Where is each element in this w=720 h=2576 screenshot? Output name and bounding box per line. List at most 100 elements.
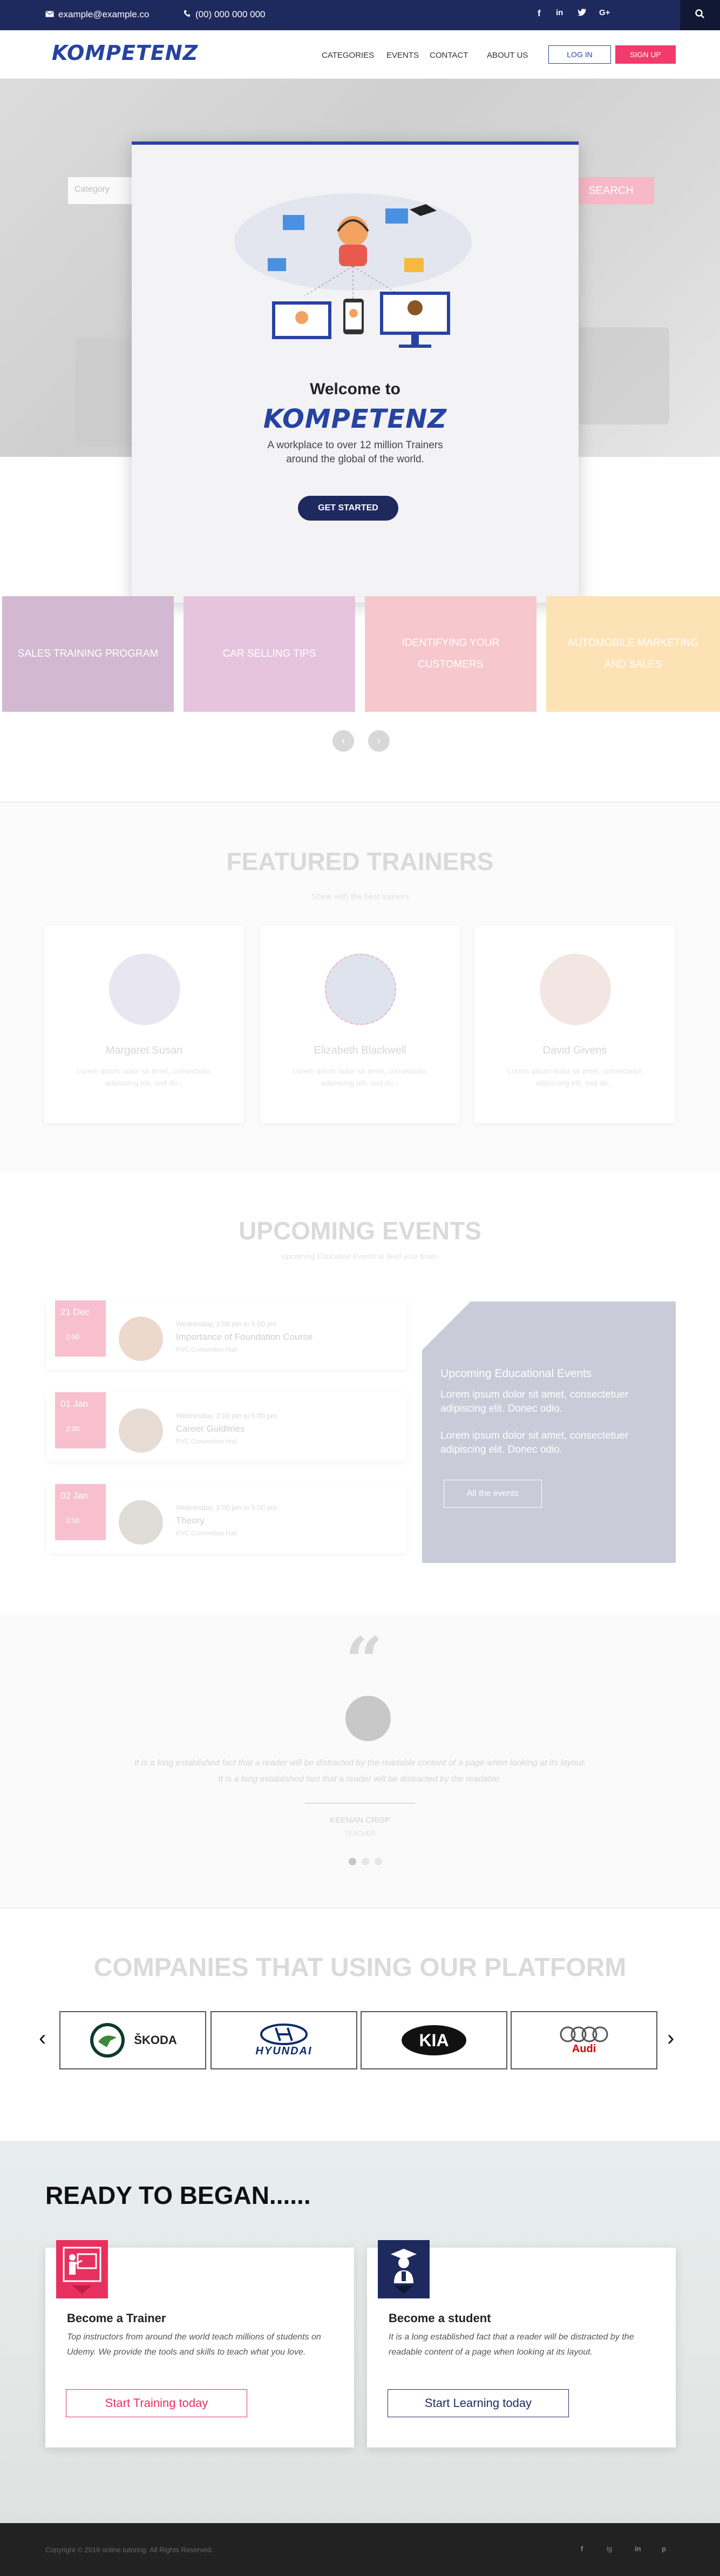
company-name: HYUNDAI [255, 2045, 313, 2057]
signup-button[interactable]: SIGN UP [615, 45, 676, 64]
panel-paragraph: Lorem ipsum dolor sit amet, consectetuer… [440, 1430, 629, 1455]
linkedin-icon[interactable]: in [556, 8, 563, 17]
trainer-card[interactable]: David Givens Lorem ipsum dolor sit amet,… [475, 926, 675, 1123]
site-logo[interactable]: KOMPETENZ [52, 41, 198, 65]
chevron-right-icon: › [377, 734, 381, 747]
event-date-badge: 02 Jan 2:00 [55, 1484, 106, 1540]
testimonial-text-line1: It is a long established fact that a rea… [134, 1758, 586, 1768]
trainer-card[interactable]: Margaret Susan Lorem ipsum dolor sit ame… [44, 926, 244, 1123]
category-tile[interactable]: CAR SELLING TIPS [184, 596, 355, 712]
hyundai-logo-icon [260, 2023, 308, 2045]
hero-search-button[interactable]: SEARCH [568, 177, 654, 204]
trainer-description: Lorem ipsum dolor sit amet, consectetur … [77, 1067, 212, 1087]
testimonial-divider [304, 1803, 416, 1804]
company-logo-hyundai[interactable]: HYUNDAI [210, 2011, 357, 2069]
event-location: PVC Convention Hall [176, 1346, 237, 1353]
trainers-subtitle: Shine with the best trainers [311, 892, 409, 901]
chevron-left-icon: ‹ [341, 734, 345, 747]
companies-prev-button[interactable]: ‹ [39, 2026, 46, 2051]
email-text: example@example.co [58, 9, 150, 19]
login-button[interactable]: LOG IN [548, 45, 611, 64]
category-tile[interactable]: IDENTIFYING YOUR CUSTOMERS [365, 596, 536, 712]
event-image [119, 1317, 163, 1361]
company-name: Audi [572, 2042, 596, 2055]
instagram-icon[interactable]: ig [607, 2545, 612, 2553]
audi-rings-icon [560, 2026, 608, 2042]
section-divider [0, 1907, 720, 1909]
events-title: UPCOMING EVENTS [239, 1217, 481, 1245]
start-training-button[interactable]: Start Training today [66, 2389, 247, 2417]
company-logo-audi[interactable]: Audi [511, 2011, 657, 2069]
company-name: KIA [402, 2025, 466, 2055]
card-title: Become a student [389, 2311, 491, 2325]
top-bar: example@example.co (00) 000 000 000 f in… [0, 0, 720, 30]
modal-logo: KOMPETENZ [263, 404, 447, 434]
become-student-card: Become a student It is a long establishe… [367, 2240, 676, 2447]
testimonial-name: KEENAN CRISP [330, 1816, 390, 1825]
contact-phone[interactable]: (00) 000 000 000 [184, 9, 266, 20]
events-subtitle: Upcoming Education Events to feed your b… [281, 1252, 439, 1260]
event-item[interactable]: 01 Jan 2:00 Wednesday, 2:00 pm to 5:00 p… [46, 1392, 407, 1461]
pinterest-icon[interactable]: p [662, 2545, 666, 2553]
card-description: Top instructors from around the world te… [67, 2332, 321, 2357]
companies-title: COMPANIES THAT USING OUR PLATFORM [93, 1953, 627, 1982]
trainers-title: FEATURED TRAINERS [226, 847, 494, 875]
phone-text: (00) 000 000 000 [195, 9, 266, 19]
facebook-icon[interactable]: f [581, 2545, 583, 2553]
testimonial-dot-active[interactable] [349, 1858, 356, 1865]
companies-next-button[interactable]: › [667, 2026, 674, 2051]
panel-title: Upcoming Educational Events [440, 1367, 592, 1380]
twitter-icon[interactable] [578, 8, 587, 19]
event-date-badge: 21 Dec 2:00 [55, 1300, 106, 1357]
facebook-icon[interactable]: f [538, 8, 541, 19]
linkedin-icon[interactable]: in [635, 2545, 641, 2553]
trainer-name: David Givens [542, 1044, 607, 1056]
event-image [119, 1408, 163, 1453]
company-logo-skoda[interactable]: ŠKODA [59, 2011, 206, 2069]
event-time: Wednesday, 2:00 pm to 5:00 pm [176, 1320, 277, 1328]
nav-categories[interactable]: CATEGORIES [322, 51, 374, 60]
chevron-right-icon: › [667, 2026, 675, 2050]
carousel-next-button[interactable]: › [368, 730, 390, 752]
get-started-button[interactable]: GET STARTED [298, 496, 398, 521]
event-item[interactable]: 02 Jan 2:00 Wednesday, 2:00 pm to 5:00 p… [46, 1484, 407, 1553]
panel-paragraph: Lorem ipsum dolor sit amet, consectetuer… [440, 1389, 629, 1414]
category-tile[interactable]: SALES TRAINING PROGRAM [2, 596, 174, 712]
event-badge-time: 2:00 [66, 1425, 80, 1433]
event-time: Wednesday, 2:00 pm to 5:00 pm [176, 1503, 277, 1512]
mail-icon [45, 9, 54, 20]
modal-tagline-line2: around the global of the world. [286, 454, 424, 465]
nav-about-us[interactable]: ABOUT US [487, 51, 528, 60]
main-navigation: KOMPETENZ CATEGORIES EVENTS CONTACT ABOU… [0, 30, 720, 79]
trainer-card[interactable]: Elizabeth Blackwell Lorem ipsum dolor si… [260, 926, 460, 1123]
testimonial-dot[interactable] [375, 1858, 382, 1865]
category-tile[interactable]: AUTOMOBILE MARKETING AND SALES [546, 596, 720, 712]
avatar [109, 954, 180, 1025]
phone-icon [184, 9, 191, 20]
event-badge-time: 2:00 [66, 1333, 80, 1341]
search-button[interactable] [680, 0, 720, 30]
event-title: Importance of Foundation Course [176, 1332, 313, 1342]
footer: Copyright © 2019 online tutoring. All Ri… [0, 2523, 720, 2576]
modal-illustration [223, 177, 483, 366]
event-image [119, 1500, 163, 1545]
card-title: Become a Trainer [67, 2311, 166, 2325]
event-location: PVC Convention Hall [176, 1529, 237, 1537]
start-learning-button[interactable]: Start Learning today [388, 2389, 569, 2417]
all-events-button[interactable]: All the events [444, 1480, 542, 1508]
company-name: ŠKODA [134, 2033, 177, 2047]
events-promo-panel: Upcoming Educational Events Lorem ipsum … [422, 1302, 676, 1563]
event-item[interactable]: 21 Dec 2:00 Wednesday, 2:00 pm to 5:00 p… [46, 1300, 407, 1370]
become-trainer-card: Become a Trainer Top instructors from ar… [45, 2240, 354, 2447]
contact-email[interactable]: example@example.co [45, 9, 149, 20]
company-logo-kia[interactable]: KIA [361, 2011, 507, 2069]
nav-contact[interactable]: CONTACT [430, 51, 468, 60]
testimonial-dot[interactable] [362, 1858, 369, 1865]
modal-tagline-line1: A workplace to over 12 million Trainers [267, 440, 443, 451]
testimonial-text-line2: It is a long established fact that a rea… [218, 1775, 502, 1784]
nav-events[interactable]: EVENTS [386, 51, 419, 60]
carousel-prev-button[interactable]: ‹ [332, 730, 354, 752]
google-plus-icon[interactable]: G+ [599, 8, 610, 17]
student-icon [378, 2240, 430, 2298]
event-date: 01 Jan [60, 1399, 89, 1409]
